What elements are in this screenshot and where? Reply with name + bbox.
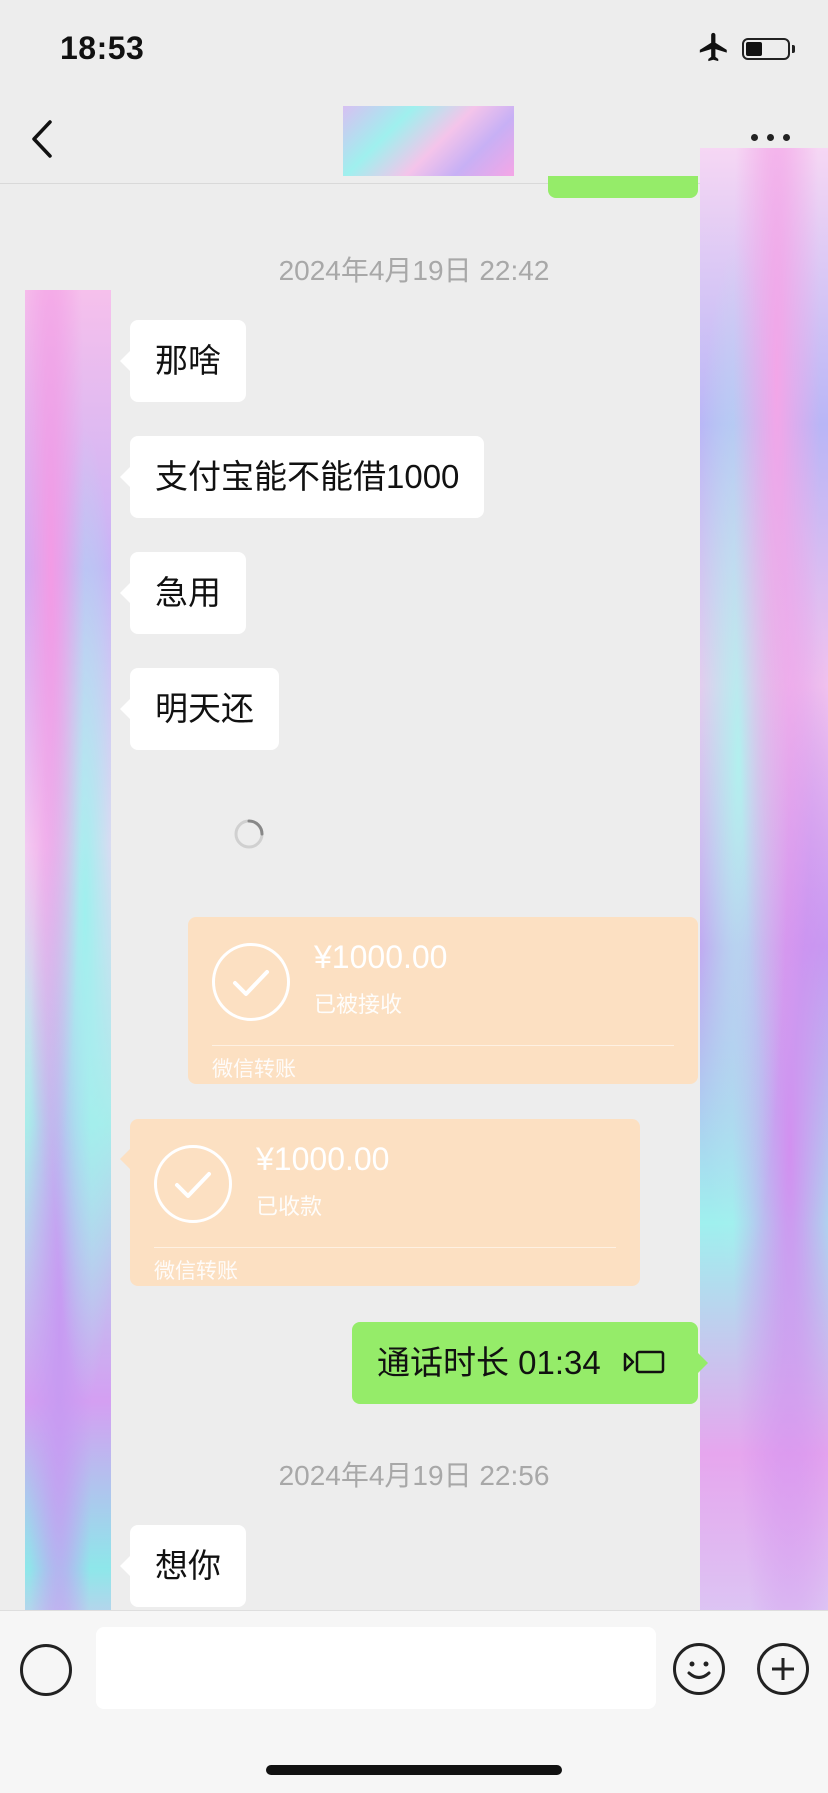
status-time: 18:53 [60,30,145,66]
plus-icon[interactable] [757,1643,809,1695]
message-bubble-incoming[interactable]: 那啥 [120,320,246,402]
card-divider [154,1247,616,1248]
message-input[interactable] [96,1627,656,1709]
transfer-amount: ¥1000.00 [314,939,448,975]
previous-message-fragment [548,176,698,198]
transfer-status: 已收款 [256,1194,323,1219]
transfer-status: 已被接收 [314,992,403,1017]
more-horizontal-icon[interactable] [751,134,791,146]
battery-nub [792,45,795,53]
check-circle-icon [154,1145,232,1223]
check-circle-icon [212,943,290,1021]
call-duration-bubble[interactable]: 通话时长 01:34 [352,1322,708,1404]
voice-icon[interactable] [20,1644,72,1696]
transfer-card-sent[interactable]: ¥1000.00 已被接收 微信转账 [188,917,698,1084]
voice-call-icon [623,1351,664,1374]
message-bubble-incoming[interactable]: 明天还 [120,668,279,750]
transfer-footer: 微信转账 [154,1260,238,1283]
contact-name-image [343,106,514,176]
message-bubble-incoming[interactable]: 想你 [120,1525,246,1607]
message-timestamp: 2024年4月19日 22:42 [278,255,550,286]
call-duration-label: 通话时长 01:34 [377,1344,601,1381]
transfer-card-received[interactable]: ¥1000.00 已收款 微信转账 [120,1119,640,1286]
card-divider [212,1045,674,1046]
message-bubble-incoming[interactable]: 支付宝能不能借1000 [119,436,485,518]
battery-icon [742,38,790,60]
message-bubble-incoming[interactable]: 急用 [120,552,246,634]
chevron-left-icon[interactable] [28,118,58,160]
home-indicator [266,1765,562,1775]
emoji-icon[interactable] [673,1643,725,1695]
transfer-amount: ¥1000.00 [256,1141,390,1177]
message-timestamp: 2024年4月19日 22:56 [278,1460,550,1491]
transfer-footer: 微信转账 [212,1058,296,1081]
airplane-icon [699,32,727,62]
loading-spinner-icon [234,819,264,849]
